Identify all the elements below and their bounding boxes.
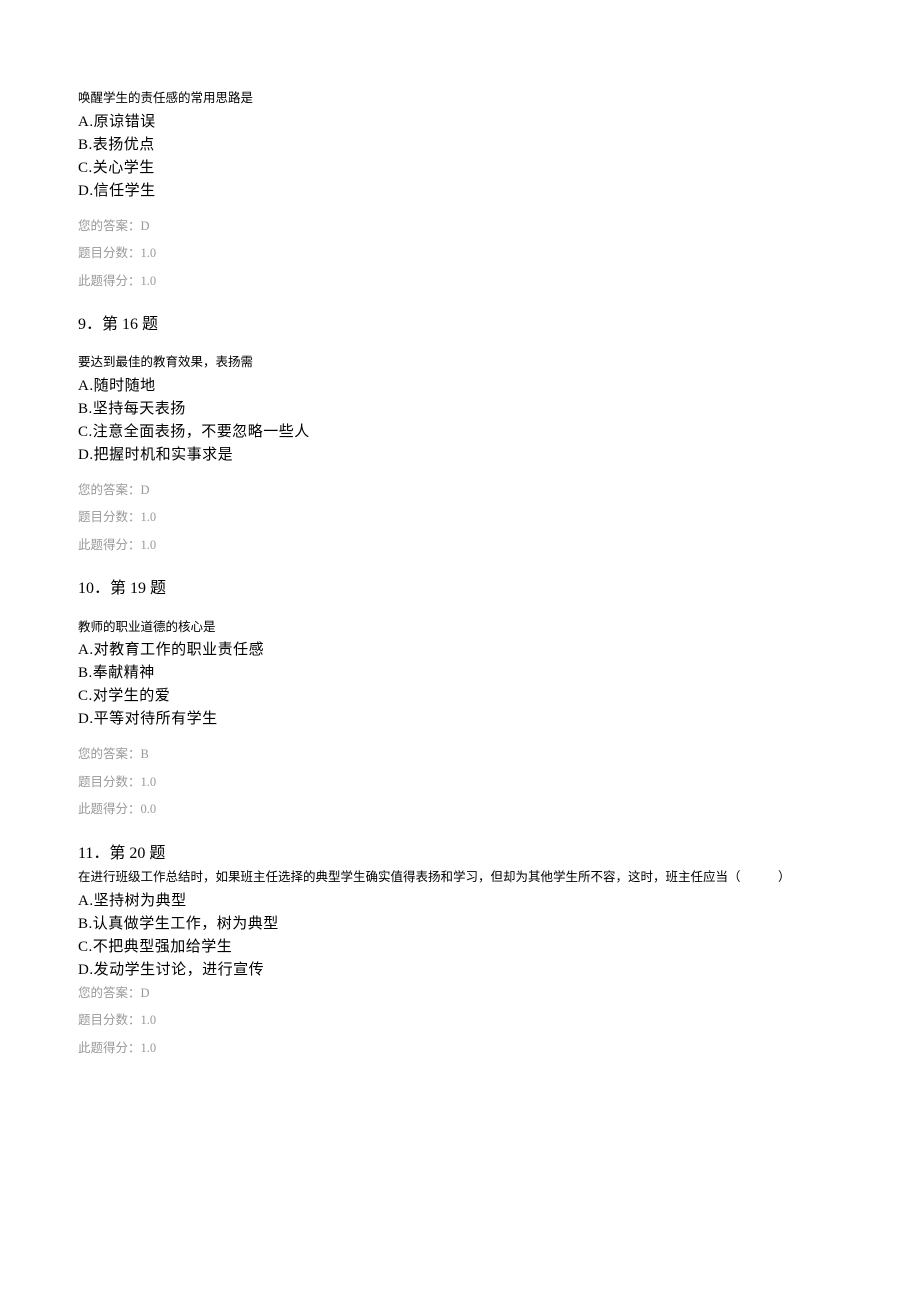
option-c: C.注意全面表扬，不要忽略一些人 (78, 422, 842, 443)
option-a: A.坚持树为典型 (78, 891, 842, 912)
option-d: D.信任学生 (78, 181, 842, 202)
earned-score: 此题得分：1.0 (78, 273, 842, 291)
question-9: 要达到最佳的教育效果，表扬需 A.随时随地 B.坚持每天表扬 C.注意全面表扬，… (78, 354, 842, 554)
question-11: 在进行班级工作总结时，如果班主任选择的典型学生确实值得表扬和学习，但却为其他学生… (78, 869, 842, 1057)
answer-meta: 您的答案：D 题目分数：1.0 此题得分：1.0 (78, 985, 842, 1058)
total-score: 题目分数：1.0 (78, 1012, 842, 1030)
option-a: A.随时随地 (78, 376, 842, 397)
total-score: 题目分数：1.0 (78, 509, 842, 527)
question-8: 唤醒学生的责任感的常用思路是 A.原谅错误 B.表扬优点 C.关心学生 D.信任… (78, 90, 842, 290)
answer-meta: 您的答案：D 题目分数：1.0 此题得分：1.0 (78, 218, 842, 291)
option-b: B.坚持每天表扬 (78, 399, 842, 420)
total-score: 题目分数：1.0 (78, 774, 842, 792)
question-stem: 唤醒学生的责任感的常用思路是 (78, 90, 842, 108)
option-c: C.对学生的爱 (78, 686, 842, 707)
question-stem: 教师的职业道德的核心是 (78, 619, 842, 637)
question-heading-11: 11．第 20 题 (78, 843, 842, 865)
option-c: C.不把典型强加给学生 (78, 937, 842, 958)
your-answer: 您的答案：D (78, 985, 842, 1003)
option-d: D.发动学生讨论，进行宣传 (78, 960, 842, 981)
total-score: 题目分数：1.0 (78, 245, 842, 263)
option-b: B.奉献精神 (78, 663, 842, 684)
question-heading-9: 9．第 16 题 (78, 314, 842, 336)
your-answer: 您的答案：B (78, 746, 842, 764)
option-b: B.表扬优点 (78, 135, 842, 156)
answer-meta: 您的答案：B 题目分数：1.0 此题得分：0.0 (78, 746, 842, 819)
question-stem: 在进行班级工作总结时，如果班主任选择的典型学生确实值得表扬和学习，但却为其他学生… (78, 869, 842, 887)
earned-score: 此题得分：1.0 (78, 537, 842, 555)
option-b: B.认真做学生工作，树为典型 (78, 914, 842, 935)
question-heading-10: 10．第 19 题 (78, 578, 842, 600)
option-a: A.原谅错误 (78, 112, 842, 133)
option-d: D.平等对待所有学生 (78, 709, 842, 730)
earned-score: 此题得分：0.0 (78, 801, 842, 819)
option-a: A.对教育工作的职业责任感 (78, 640, 842, 661)
option-c: C.关心学生 (78, 158, 842, 179)
answer-meta: 您的答案：D 题目分数：1.0 此题得分：1.0 (78, 482, 842, 555)
your-answer: 您的答案：D (78, 218, 842, 236)
option-d: D.把握时机和实事求是 (78, 445, 842, 466)
earned-score: 此题得分：1.0 (78, 1040, 842, 1058)
question-10: 教师的职业道德的核心是 A.对教育工作的职业责任感 B.奉献精神 C.对学生的爱… (78, 619, 842, 819)
your-answer: 您的答案：D (78, 482, 842, 500)
question-stem: 要达到最佳的教育效果，表扬需 (78, 354, 842, 372)
